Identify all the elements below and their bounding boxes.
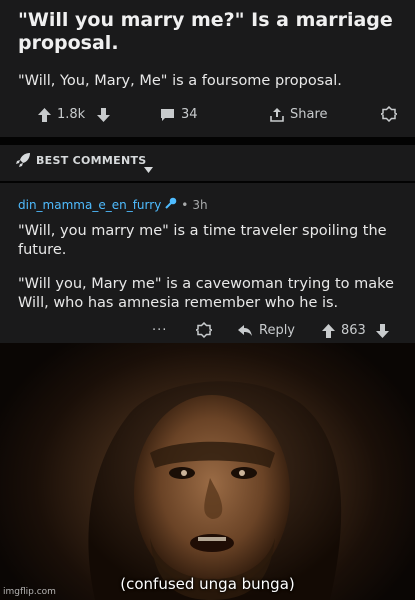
rocket-icon (15, 152, 31, 172)
sort-label: BEST COMMENTS (36, 154, 147, 167)
chevron-down-icon (144, 158, 153, 177)
comment-score: 863 (341, 323, 366, 338)
post-card: "Will you marry me?" Is a marriage propo… (0, 0, 415, 137)
comment-dot: • (181, 197, 189, 212)
comment-sort-bar[interactable]: BEST COMMENTS (0, 145, 415, 181)
share-button[interactable]: Share (270, 107, 328, 122)
comment-paragraph: "Will, you marry me" is a time traveler … (18, 223, 387, 258)
upvote-icon[interactable] (322, 323, 335, 338)
comment-action-bar: ··· Reply 863 (0, 322, 415, 343)
comment-icon (160, 108, 175, 122)
post-title[interactable]: "Will you marry me?" Is a marriage propo… (18, 9, 403, 55)
comment-author[interactable]: din_mamma_e_en_furry (18, 198, 161, 212)
upvote-icon[interactable] (38, 107, 51, 122)
meme-image: (confused unga bunga) imgflip.com (0, 343, 415, 600)
comment-time: 3h (192, 197, 208, 212)
caveman-face-image (88, 381, 342, 600)
post-body: "Will, You, Mary, Me" is a foursome prop… (18, 73, 342, 89)
downvote-icon[interactable] (97, 107, 111, 122)
comments-button[interactable]: 34 (160, 107, 198, 122)
post-vote-group: 1.8k (38, 107, 111, 122)
meme-caption: (confused unga bunga) (120, 575, 295, 593)
more-options-icon[interactable]: ··· (152, 323, 167, 338)
reply-button[interactable]: Reply (238, 323, 295, 338)
save-icon[interactable] (196, 322, 212, 338)
comment-header: din_mamma_e_en_furry • 3h (18, 197, 208, 212)
save-icon[interactable] (380, 105, 398, 126)
comment-count: 34 (181, 107, 198, 122)
post-score: 1.8k (57, 107, 86, 122)
comment-vote-group: 863 (322, 323, 389, 338)
share-label: Share (290, 107, 328, 122)
reply-label: Reply (259, 323, 296, 338)
share-icon (270, 107, 284, 122)
comment-paragraph: "Will you, Mary me" is a cavewoman tryin… (18, 276, 394, 311)
post-action-bar: 1.8k 34 Share (0, 104, 415, 126)
reply-icon (238, 324, 253, 337)
downvote-icon[interactable] (375, 323, 389, 338)
comment: din_mamma_e_en_furry • 3h "Will, you mar… (0, 183, 415, 343)
flair-icon (165, 197, 177, 212)
section-divider (0, 137, 415, 145)
watermark: imgflip.com (3, 587, 56, 597)
